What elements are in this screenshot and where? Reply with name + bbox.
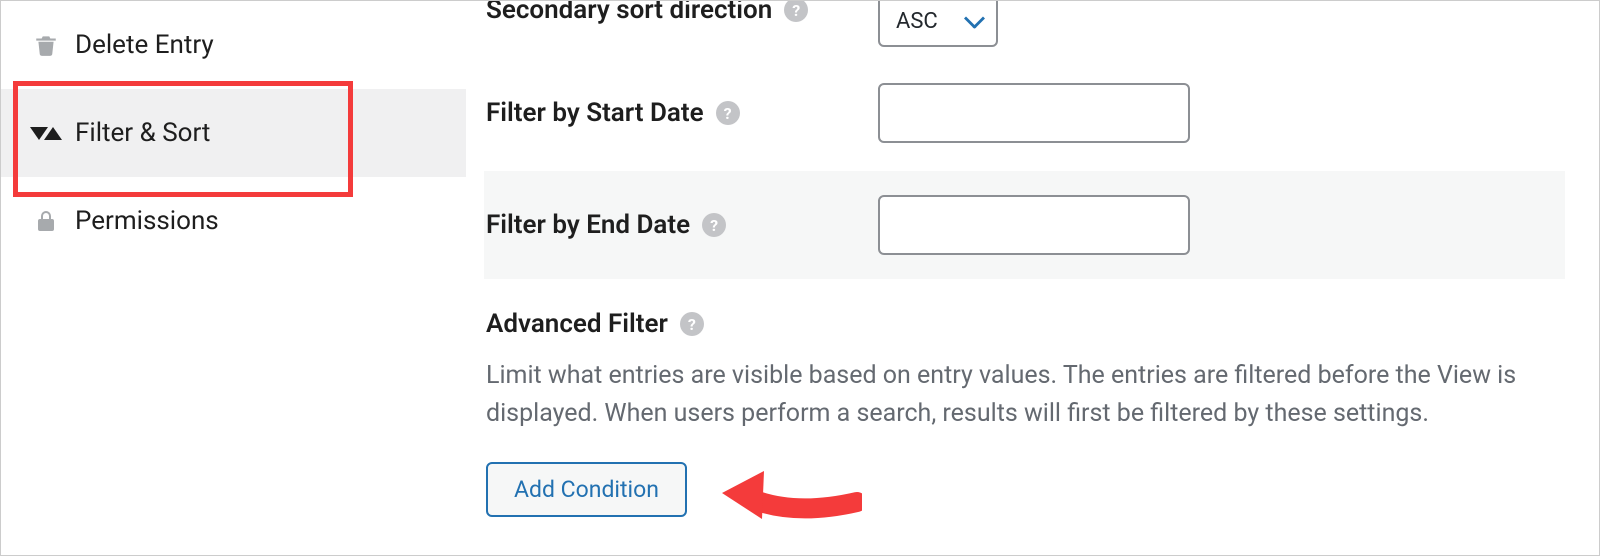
description-advanced-filter: Limit what entries are visible based on … [486, 357, 1565, 432]
label-filter-end-date: Filter by End Date [486, 210, 690, 240]
select-secondary-sort-direction[interactable]: ASC [878, 1, 998, 47]
sidebar-item-permissions[interactable]: Permissions [1, 177, 466, 265]
sidebar-item-delete-entry[interactable]: Delete Entry [1, 1, 466, 89]
label-secondary-sort-direction: Secondary sort direction [486, 1, 772, 25]
settings-panel: Secondary sort direction ? ASC Filter by… [466, 1, 1599, 555]
sidebar-item-label: Filter & Sort [75, 118, 210, 148]
row-filter-start-date: Filter by Start Date ? [484, 55, 1565, 171]
help-icon[interactable]: ? [784, 1, 808, 22]
trash-icon [31, 32, 61, 58]
help-icon[interactable]: ? [702, 213, 726, 237]
help-icon[interactable]: ? [680, 312, 704, 336]
heading-advanced-filter: Advanced Filter [486, 309, 668, 339]
label-filter-start-date: Filter by Start Date [486, 98, 704, 128]
sidebar-item-label: Permissions [75, 206, 219, 236]
input-filter-start-date[interactable] [878, 83, 1190, 143]
help-icon[interactable]: ? [716, 101, 740, 125]
add-condition-button[interactable]: Add Condition [486, 462, 687, 517]
settings-sidebar: Delete Entry Filter & Sort Permissions [1, 1, 466, 555]
button-label: Add Condition [514, 476, 659, 503]
row-filter-end-date: Filter by End Date ? [484, 171, 1565, 279]
lock-icon [31, 209, 61, 233]
input-filter-end-date[interactable] [878, 195, 1190, 255]
section-advanced-filter: Advanced Filter ? Limit what entries are… [484, 279, 1565, 547]
sidebar-item-filter-sort[interactable]: Filter & Sort [1, 89, 466, 177]
row-secondary-sort-direction: Secondary sort direction ? ASC [484, 1, 1565, 55]
select-value: ASC [896, 9, 938, 34]
sidebar-item-label: Delete Entry [75, 30, 214, 60]
sort-icon [31, 127, 61, 140]
